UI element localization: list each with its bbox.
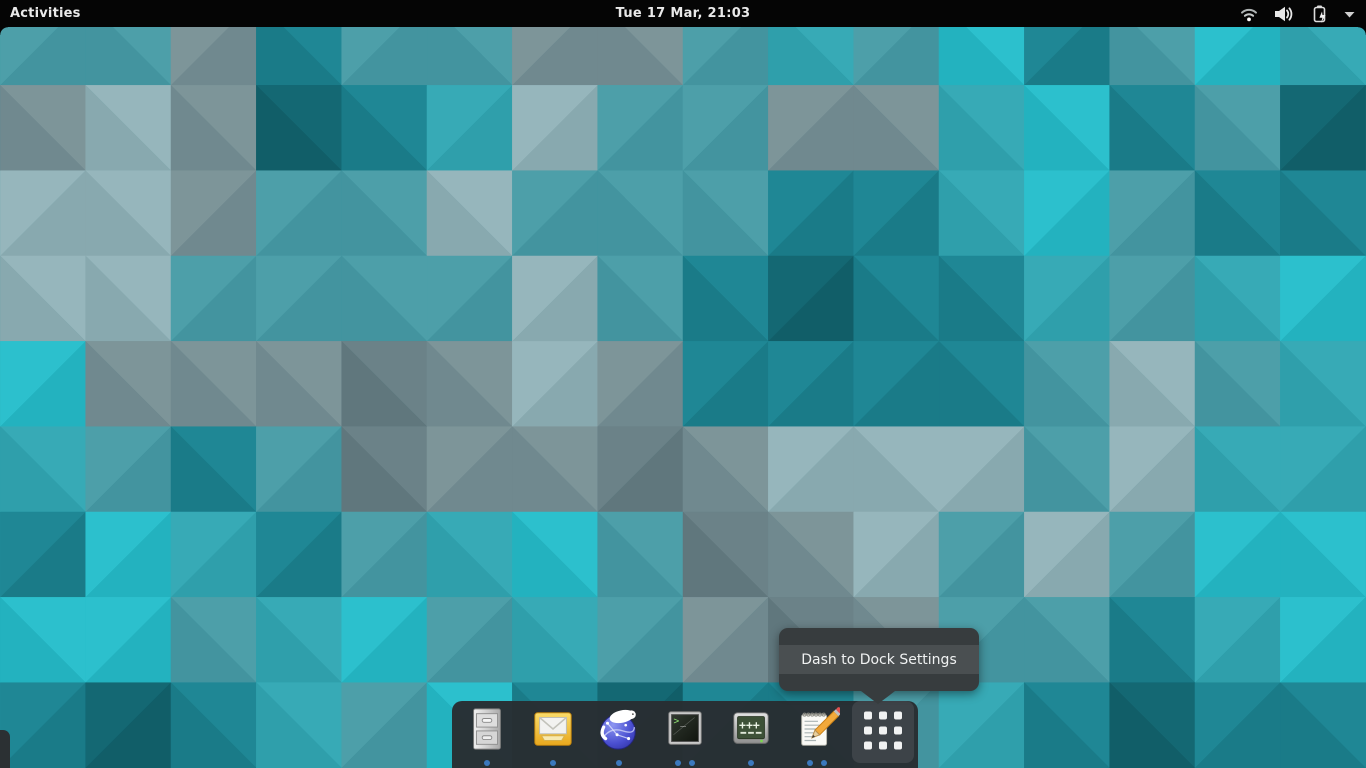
dock-item-web-browser[interactable]	[588, 701, 650, 768]
battery-charging-icon	[1309, 4, 1329, 24]
dock-item-terminal[interactable]: > _	[654, 701, 716, 768]
desktop: Activities Tue 17 Mar, 21:03	[0, 0, 1366, 768]
clock[interactable]: Tue 17 Mar, 21:03	[0, 6, 1366, 21]
dock-item-text-editor[interactable]	[786, 701, 848, 768]
svg-text:>: >	[674, 716, 680, 727]
screen-corner-left	[0, 27, 8, 35]
notepad-pencil-icon	[794, 706, 840, 752]
svg-text:+++: +++	[739, 718, 760, 732]
screen-corner-right	[1358, 27, 1366, 35]
dock-item-email-client[interactable]	[522, 701, 584, 768]
file-cabinet-icon	[464, 706, 510, 752]
popup-arrow	[861, 691, 895, 704]
show-applications-button[interactable]	[852, 701, 914, 763]
mail-icon	[530, 706, 576, 752]
hidden-window-edge[interactable]	[0, 730, 10, 768]
globe-browser-icon	[596, 706, 642, 752]
wallpaper	[0, 0, 1366, 768]
dash-to-dock: > _ +++	[452, 701, 918, 768]
running-indicator	[654, 760, 716, 766]
running-indicator	[456, 760, 518, 766]
wifi-icon	[1239, 4, 1259, 24]
running-indicator	[786, 760, 848, 766]
svg-text:_: _	[680, 716, 686, 727]
volume-icon	[1273, 4, 1295, 24]
menu-item-dash-to-dock-settings[interactable]: Dash to Dock Settings	[779, 645, 979, 674]
running-indicator	[522, 760, 584, 766]
running-indicator	[588, 760, 650, 766]
app-grid-icon	[864, 711, 902, 749]
chevron-down-icon	[1343, 4, 1356, 24]
dash-to-dock-popup-menu: Dash to Dock Settings	[779, 628, 979, 691]
running-indicator	[720, 760, 782, 766]
terminal-icon: > _	[662, 706, 708, 752]
system-tray[interactable]	[1239, 4, 1366, 24]
dock-item-xterm[interactable]: +++	[720, 701, 782, 768]
top-bar: Activities Tue 17 Mar, 21:03	[0, 0, 1366, 27]
green-terminal-icon: +++	[728, 706, 774, 752]
dock-item-file-manager[interactable]	[456, 701, 518, 768]
